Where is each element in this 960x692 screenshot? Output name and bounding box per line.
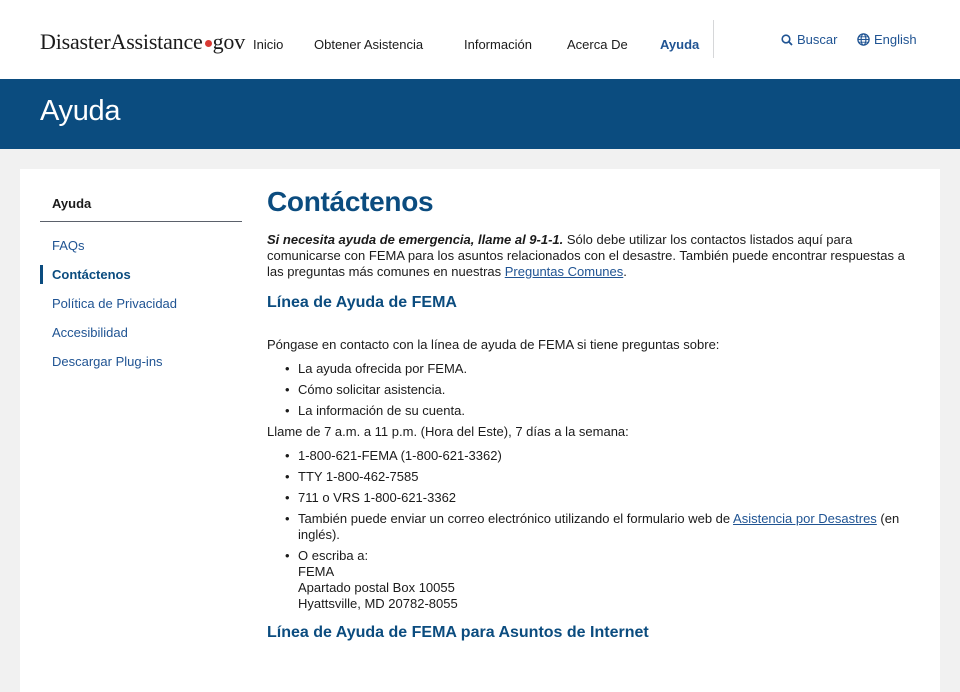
email-text: También puede enviar un correo electróni… xyxy=(298,511,734,526)
intro-end: . xyxy=(623,264,627,279)
page-banner: Ayuda xyxy=(0,79,960,149)
hours-text: Llame de 7 a.m. a 11 p.m. (Hora del Este… xyxy=(267,424,629,439)
search-button[interactable]: Buscar xyxy=(781,32,837,47)
sidebar-item-faqs[interactable]: FAQs xyxy=(40,238,242,253)
list-item: La información de su cuenta. xyxy=(285,403,917,419)
list-item: O escriba a:FEMAApartado postal Box 1005… xyxy=(285,548,917,612)
section-title-internet-helpline: Línea de Ayuda de FEMA para Asuntos de I… xyxy=(267,624,649,641)
helpline-intro: Póngase en contacto con la línea de ayud… xyxy=(267,337,720,352)
nav-item-inicio[interactable]: Inicio xyxy=(253,37,283,52)
list-item: TTY 1-800-462-7585 xyxy=(285,469,917,485)
contact-list: 1-800-621-FEMA (1-800-621-3362) TTY 1-80… xyxy=(285,448,917,612)
banner-title: Ayuda xyxy=(40,95,121,127)
logo-dot-icon xyxy=(204,40,212,47)
mail-line: O escriba a: xyxy=(298,548,369,563)
nav-item-ayuda[interactable]: Ayuda xyxy=(660,37,699,52)
list-item: La ayuda ofrecida por FEMA. xyxy=(285,361,917,377)
language-toggle[interactable]: English xyxy=(857,32,917,47)
nav-item-obtener-asistencia[interactable]: Obtener Asistencia xyxy=(314,37,423,52)
nav-item-informacion[interactable]: Información xyxy=(464,37,532,52)
sidebar-item-accesibilidad[interactable]: Accesibilidad xyxy=(40,325,242,340)
logo-text-disaster: Disaster xyxy=(40,29,111,54)
sidebar-title: Ayuda xyxy=(40,196,242,222)
logo-text-assistance: Assistance xyxy=(110,29,203,54)
globe-icon xyxy=(857,33,870,46)
list-item: Cómo solicitar asistencia. xyxy=(285,382,917,398)
language-label: English xyxy=(874,32,917,47)
list-item: 1-800-621-FEMA (1-800-621-3362) xyxy=(285,448,917,464)
logo-text-gov: gov xyxy=(212,29,246,54)
search-icon xyxy=(781,33,793,46)
section-title-fema-helpline: Línea de Ayuda de FEMA xyxy=(267,294,457,311)
intro-emphasis: Si necesita ayuda de emergencia, llame a… xyxy=(267,232,564,247)
page-title: Contáctenos xyxy=(267,186,434,217)
nav-item-acerca-de[interactable]: Acerca De xyxy=(567,37,628,52)
faq-link[interactable]: Preguntas Comunes xyxy=(505,264,624,279)
site-logo[interactable]: DisasterAssistance gov xyxy=(40,29,245,55)
nav-divider xyxy=(713,20,714,58)
site-header: DisasterAssistance gov Inicio Obtener Asi… xyxy=(0,0,960,79)
intro-paragraph: Si necesita ayuda de emergencia, llame a… xyxy=(267,232,917,280)
sidebar-item-contactenos[interactable]: Contáctenos xyxy=(40,265,242,284)
sidebar-item-descargar-plugins[interactable]: Descargar Plug-ins xyxy=(40,354,242,369)
main-content: Contáctenos Si necesita ayuda de emergen… xyxy=(267,186,917,642)
mail-line: Hyattsville, MD 20782-8055 xyxy=(298,596,458,611)
mail-line: FEMA xyxy=(298,564,335,579)
search-label: Buscar xyxy=(797,32,838,47)
mail-line: Apartado postal Box 10055 xyxy=(298,580,455,595)
list-item: También puede enviar un correo electróni… xyxy=(285,511,917,543)
topics-list: La ayuda ofrecida por FEMA. Cómo solicit… xyxy=(285,361,917,419)
list-item: 711 o VRS 1-800-621-3362 xyxy=(285,490,917,506)
disaster-assistance-link[interactable]: Asistencia por Desastres xyxy=(733,511,877,526)
sidebar-item-politica-privacidad[interactable]: Política de Privacidad xyxy=(40,296,242,311)
